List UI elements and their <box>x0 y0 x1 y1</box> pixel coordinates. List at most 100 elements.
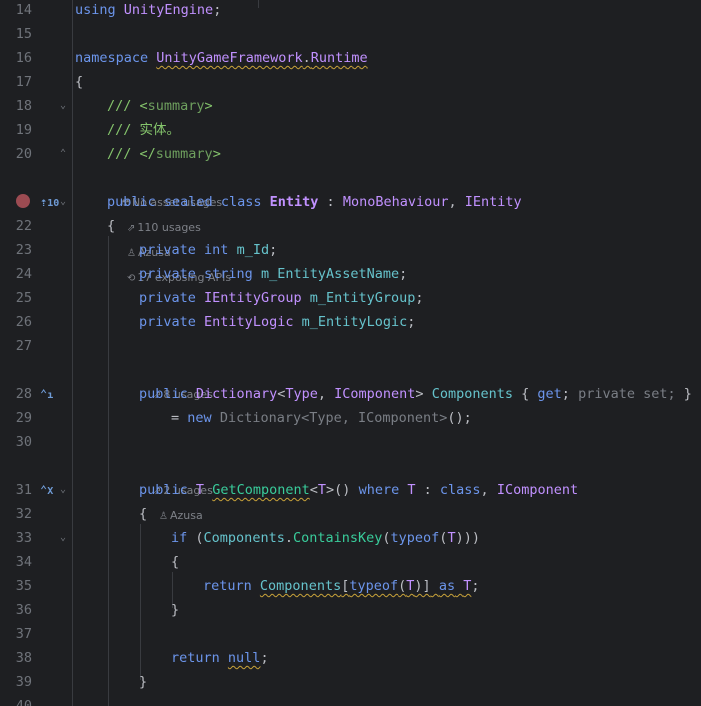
brace: } <box>171 602 180 618</box>
fold-chevron-icon[interactable]: ⌃ <box>58 142 68 166</box>
line-number: 23 <box>15 242 32 258</box>
code-line[interactable]: 35 return Components[typeof(T)] as T; <box>0 574 701 598</box>
code-line[interactable]: 34 { <box>0 550 701 574</box>
code-line[interactable]: 29 = new Dictionary<Type, IComponent>(); <box>0 406 701 430</box>
code-line[interactable]: 17 { <box>0 70 701 94</box>
code-line[interactable]: 16 namespace UnityGameFramework.Runtime <box>0 46 701 70</box>
code-line[interactable]: 26 private EntityLogic m_EntityLogic; <box>0 310 701 334</box>
line-number: 32 <box>15 506 32 522</box>
line-number: 29 <box>15 410 32 426</box>
keyword: get <box>537 386 562 402</box>
punct: )] <box>414 578 431 594</box>
redundant-code: Dictionary<Type, IComponent> <box>219 410 448 426</box>
keyword: where <box>358 482 400 498</box>
method-name: GetComponent <box>212 482 310 498</box>
punct: ))) <box>455 530 480 546</box>
code-line[interactable]: 31 ⌄ public T GetComponent<T>() where T … <box>0 478 701 502</box>
keyword: private <box>139 314 196 330</box>
line-number: 38 <box>15 650 32 666</box>
punct: ; <box>269 242 278 258</box>
line-number: 14 <box>15 2 32 18</box>
code-line[interactable]: 24 private string m_EntityAssetName; <box>0 262 701 286</box>
line-number: 36 <box>15 602 32 618</box>
code-editor[interactable]: 14 using UnityEngine; 15 16 namespace Un… <box>0 0 701 706</box>
line-number: 19 <box>15 122 32 138</box>
line-number: 26 <box>15 314 32 330</box>
keyword: class <box>439 482 481 498</box>
line-number: 22 <box>15 218 32 234</box>
field-name: m_Id <box>236 242 270 258</box>
line-number: 39 <box>15 674 32 690</box>
code-line[interactable]: 19 /// 实体。 <box>0 118 701 142</box>
code-line[interactable]: 20 ⌃ /// </summary> <box>0 142 701 166</box>
code-line[interactable]: 37 <box>0 622 701 646</box>
namespace-name: UnityGameFramework <box>156 50 303 66</box>
code-line[interactable]: 27 <box>0 334 701 358</box>
interface-name: IComponent <box>496 482 579 498</box>
xml-tag: summary <box>147 98 205 114</box>
punct: { <box>521 386 530 402</box>
punct: < <box>309 482 318 498</box>
class-name: Entity <box>269 194 319 210</box>
code-line[interactable]: 25 private IEntityGroup m_EntityGroup; <box>0 286 701 310</box>
line-number: 31 <box>15 482 32 498</box>
code-line[interactable]: 14 using UnityEngine; <box>0 0 701 22</box>
code-line[interactable]: 18 ⌄ /// <summary> <box>0 94 701 118</box>
fold-chevron-icon[interactable]: ⌄ <box>58 190 68 214</box>
code-line[interactable]: 36 } <box>0 598 701 622</box>
punct: ( <box>195 530 204 546</box>
type-name: IComponent <box>334 386 416 402</box>
keyword: new <box>187 410 212 426</box>
type-name: IEntityGroup <box>204 290 302 306</box>
code-line[interactable]: 30 <box>0 430 701 454</box>
keyword: typeof <box>349 578 399 594</box>
line-number: 18 <box>15 98 32 114</box>
code-line[interactable]: 40 <box>0 694 701 706</box>
doc-comment: /// </ <box>107 146 156 162</box>
punct: , <box>480 482 489 498</box>
method-name: ContainsKey <box>292 530 383 546</box>
punct: ; <box>415 290 424 306</box>
line-number: 28 <box>15 386 32 402</box>
field-name: m_EntityLogic <box>301 314 408 330</box>
keyword: return <box>171 650 220 666</box>
code-line[interactable]: 39 } <box>0 670 701 694</box>
keyword: sealed <box>163 194 213 210</box>
punct: ; <box>260 650 269 666</box>
keyword: int <box>204 242 229 258</box>
punct: ; <box>561 386 570 402</box>
punct: ; <box>471 578 480 594</box>
line-number: 35 <box>15 578 32 594</box>
punct: , <box>448 194 457 210</box>
namespace-name: UnityEngine <box>115 2 214 18</box>
code-line[interactable]: 23 private int m_Id; <box>0 238 701 262</box>
line-number: 33 <box>15 530 32 546</box>
brace: { <box>75 74 84 90</box>
line-number: 34 <box>15 554 32 570</box>
keyword: public <box>139 386 188 402</box>
base-class: MonoBehaviour <box>342 194 449 210</box>
keyword: as <box>438 578 456 594</box>
code-line[interactable]: 22 { <box>0 214 701 238</box>
doc-comment: > <box>212 146 221 162</box>
fold-chevron-icon[interactable]: ⌄ <box>58 526 68 550</box>
code-line[interactable]: 15 <box>0 22 701 46</box>
type-param: T <box>317 482 327 498</box>
punct: : <box>423 482 432 498</box>
line-number: 30 <box>15 434 32 450</box>
line-number: 16 <box>15 50 32 66</box>
fold-chevron-icon[interactable]: ⌄ <box>58 94 68 118</box>
field-name: m_EntityAssetName <box>260 266 400 282</box>
keyword: using <box>75 2 116 18</box>
code-line[interactable]: ⌄ public sealed class Entity : MonoBehav… <box>0 190 701 214</box>
keyword: if <box>171 530 188 546</box>
brace: { <box>139 506 148 522</box>
type-name: Dictionary <box>195 386 278 402</box>
keyword: null <box>227 650 261 666</box>
code-line[interactable]: 32 { <box>0 502 701 526</box>
punct: , <box>317 386 326 402</box>
code-line[interactable]: 28 public Dictionary<Type, IComponent> C… <box>0 382 701 406</box>
code-line[interactable]: 33 ⌄ if (Components.ContainsKey(typeof(T… <box>0 526 701 550</box>
code-line[interactable]: 38 return null; <box>0 646 701 670</box>
fold-chevron-icon[interactable]: ⌄ <box>58 478 68 502</box>
